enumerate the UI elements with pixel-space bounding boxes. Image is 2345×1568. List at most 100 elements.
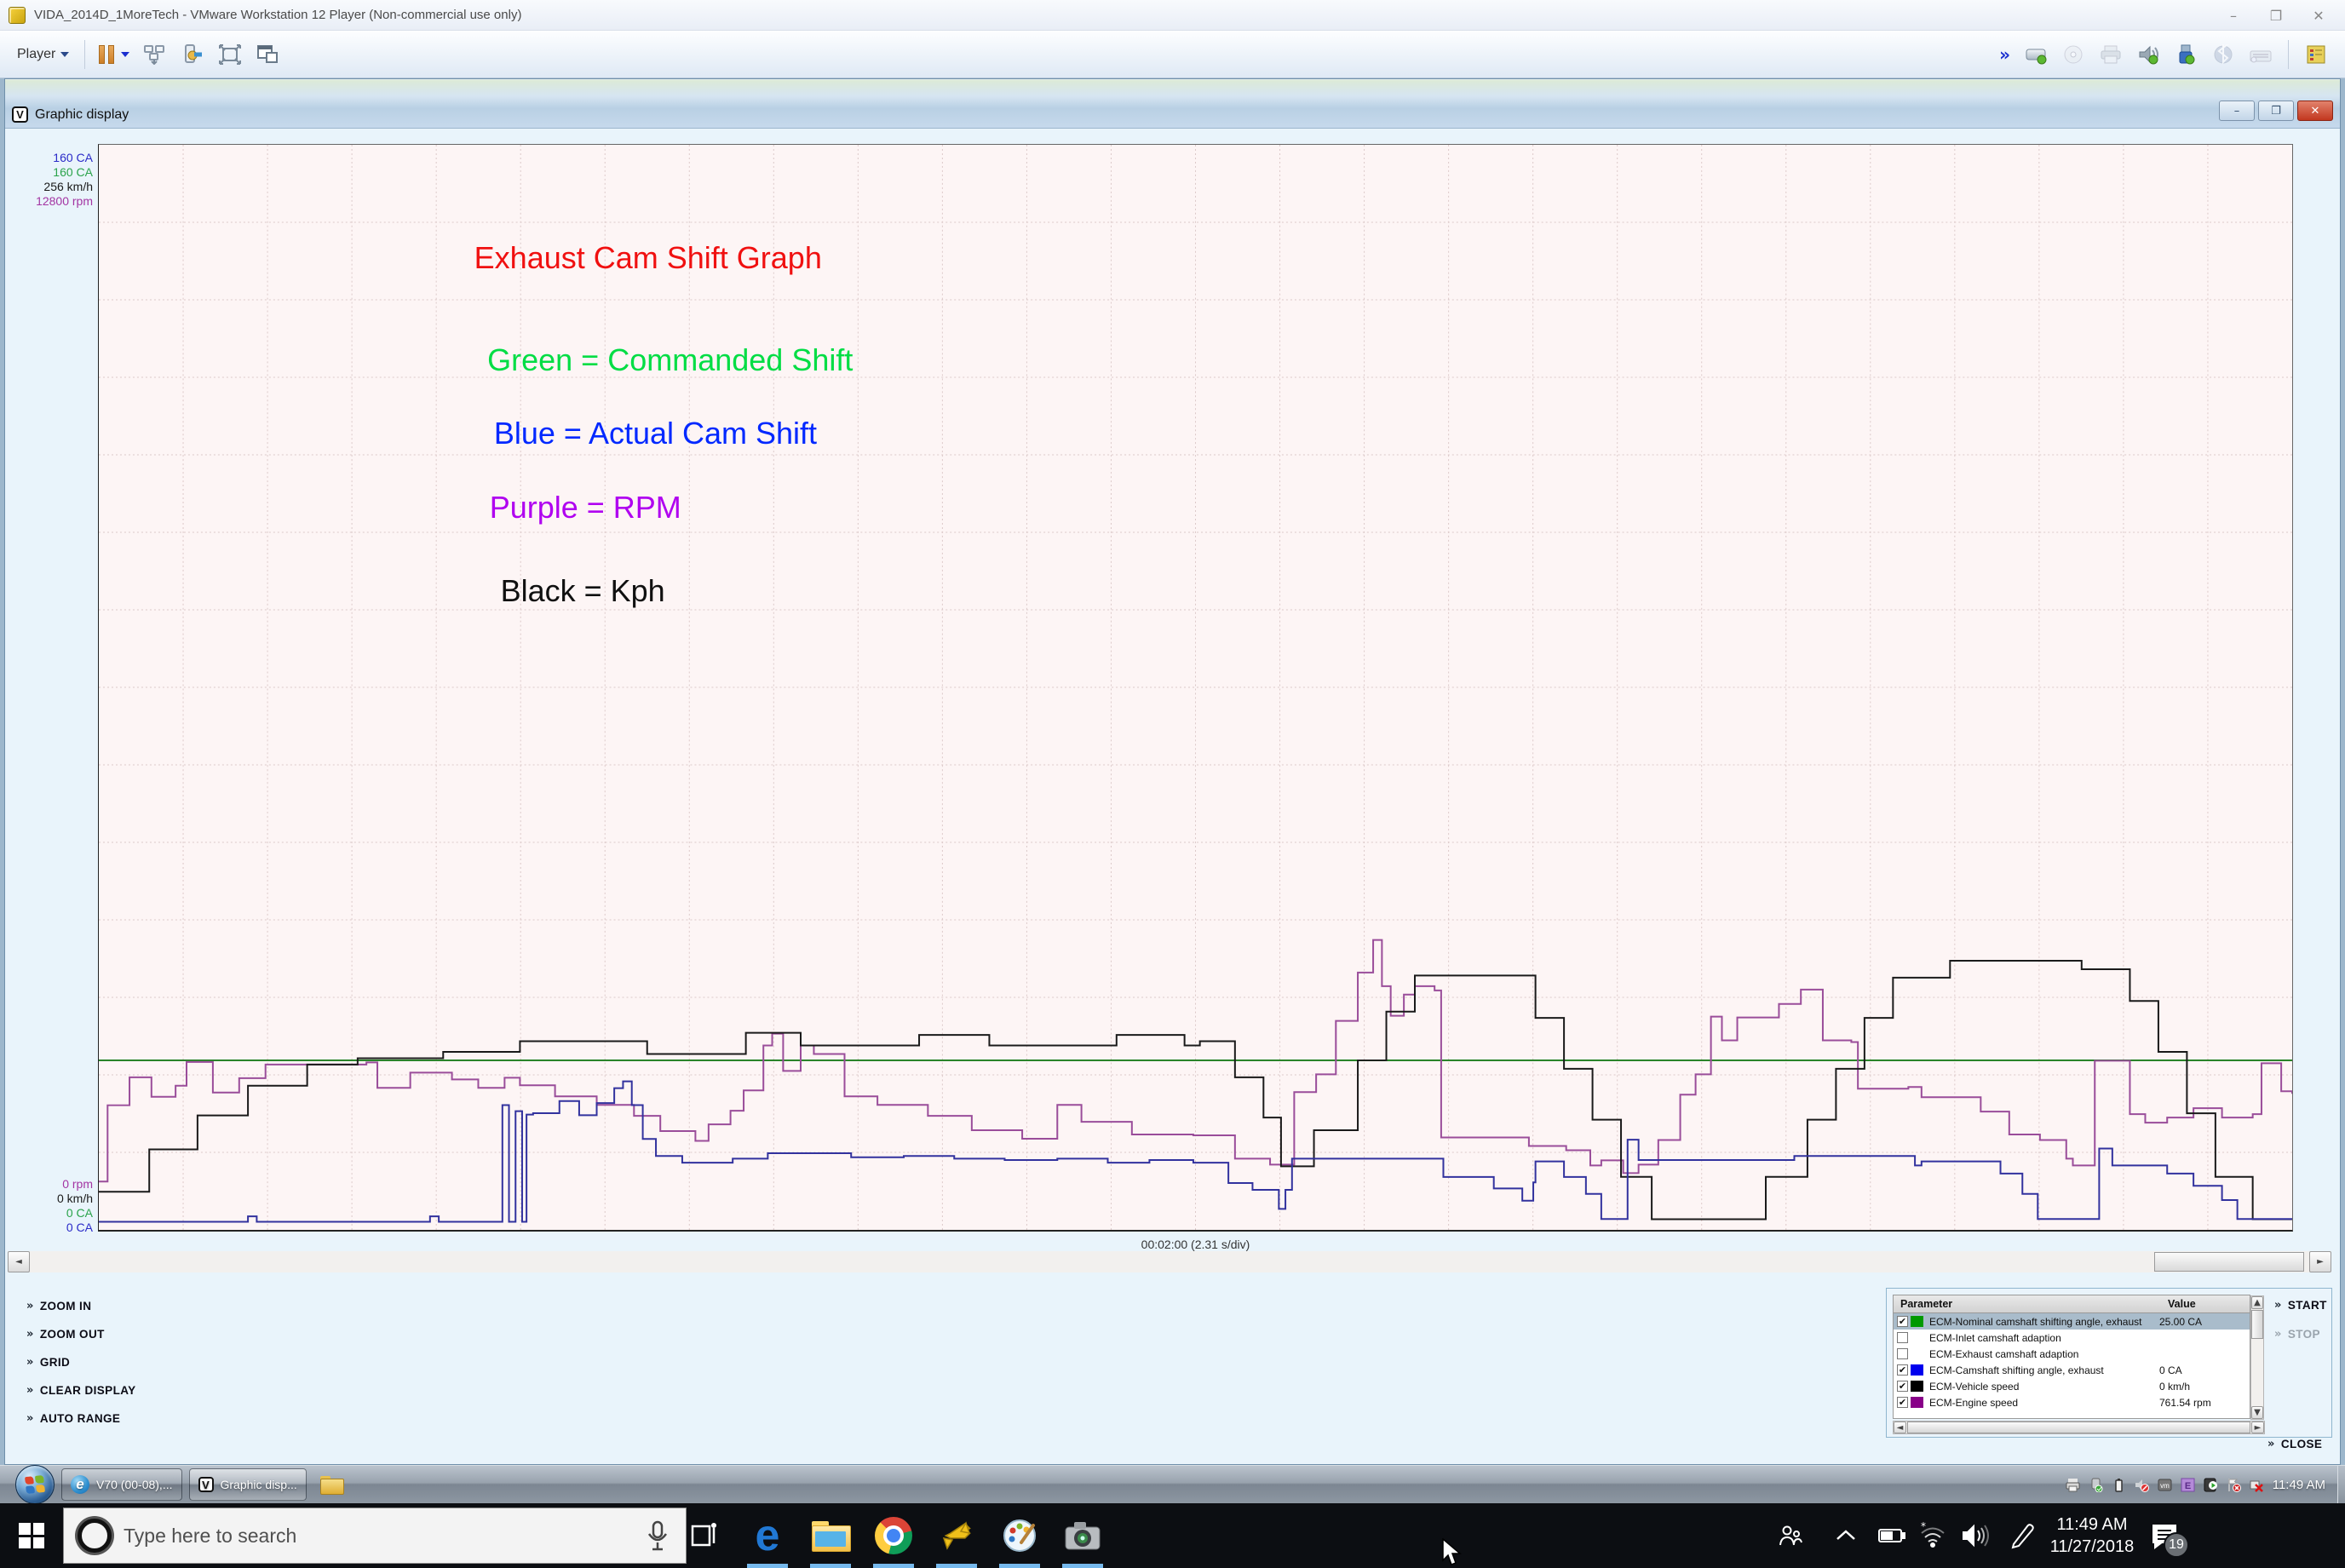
clear-display-button[interactable]: » CLEAR DISPLAY (26, 1376, 136, 1404)
chart-annotation: Green = Commanded Shift (487, 342, 854, 378)
grid-button[interactable]: » GRID (26, 1348, 136, 1376)
gd-restore-button[interactable]: ❐ (2258, 101, 2294, 121)
table-row[interactable]: ✔ ECM-Vehicle speed 0 km/h (1894, 1378, 2250, 1394)
sound-icon[interactable] (2134, 42, 2163, 67)
row-checkbox[interactable] (1897, 1332, 1908, 1343)
fullscreen-icon[interactable] (216, 42, 244, 67)
expand-toolbar-icon[interactable]: » (1999, 44, 2010, 65)
task-view-button[interactable] (673, 1503, 736, 1568)
value-column-header[interactable]: Value (2168, 1298, 2236, 1310)
row-checkbox[interactable]: ✔ (1897, 1364, 1908, 1376)
table-row[interactable]: ✔ ECM-Engine speed 761.54 rpm (1894, 1394, 2250, 1410)
people-icon[interactable] (1777, 1503, 1802, 1568)
table-vscroll-thumb[interactable] (2251, 1310, 2263, 1339)
hard-disk-icon[interactable] (2021, 42, 2050, 67)
vm-start-button[interactable] (15, 1465, 55, 1504)
host-clock[interactable]: 11:49 AM 11/27/2018 (2048, 1503, 2136, 1568)
paint-icon[interactable] (988, 1503, 1051, 1568)
vm-task-v70-00-08-[interactable]: e V70 (00-08),... (61, 1468, 182, 1501)
row-checkbox[interactable]: ✔ (1897, 1397, 1908, 1408)
keyboard-icon[interactable] (2246, 42, 2275, 67)
mute-icon[interactable] (2135, 1478, 2149, 1492)
maximize-button[interactable]: ❐ (2255, 0, 2297, 31)
action-center-icon[interactable]: 19 (2150, 1503, 2189, 1568)
flag-icon[interactable] (2227, 1478, 2241, 1492)
table-row[interactable]: ECM-Inlet camshaft adaption (1894, 1330, 2250, 1346)
zoom-in-button[interactable]: » ZOOM IN (26, 1292, 136, 1320)
vmware-icon[interactable] (925, 1503, 988, 1568)
ctrl-alt-del-icon[interactable] (141, 42, 170, 67)
battery-icon[interactable] (1877, 1503, 1906, 1568)
chart-horizontal-scrollbar[interactable]: ◄ ► (8, 1251, 2331, 1272)
vida-e-icon[interactable]: E (2181, 1478, 2195, 1492)
table-hscroll-thumb[interactable] (1907, 1422, 2250, 1433)
vmware-tools-icon[interactable]: vm (2158, 1478, 2172, 1492)
disconnect-icon[interactable] (2250, 1478, 2264, 1492)
vm-show-desktop-button[interactable] (2337, 1465, 2345, 1504)
arrow-icon: » (26, 1300, 34, 1312)
chrome-icon[interactable] (862, 1503, 925, 1568)
pen-icon[interactable] (2009, 1503, 2036, 1568)
table-scroll-right-button[interactable]: ► (2251, 1422, 2264, 1433)
suspend-button[interactable] (94, 44, 119, 64)
scroll-right-button[interactable]: ► (2309, 1251, 2331, 1272)
table-horizontal-scrollbar[interactable]: ◄ ► (1893, 1421, 2265, 1434)
bluetooth-icon[interactable] (2209, 42, 2238, 67)
table-row[interactable]: ✔ ECM-Nominal camshaft shifting angle, ex… (1894, 1313, 2250, 1330)
stop-arrow-icon: » (2274, 1328, 2282, 1341)
table-vertical-scrollbar[interactable]: ▲ ▼ (2250, 1295, 2264, 1420)
scrollbar-thumb[interactable] (2154, 1252, 2304, 1272)
start-arrow-icon: » (2274, 1299, 2282, 1312)
devices-icon[interactable] (178, 42, 207, 67)
suspend-menu-icon[interactable] (121, 51, 130, 57)
parameter-column-header[interactable]: Parameter (1894, 1298, 2168, 1310)
usb-icon[interactable] (2171, 42, 2200, 67)
start-button[interactable] (0, 1503, 63, 1568)
vm-clock[interactable]: 11:49 AM (2273, 1478, 2325, 1492)
vida-play-icon[interactable] (2204, 1478, 2218, 1492)
auto-range-button[interactable]: » AUTO RANGE (26, 1404, 136, 1433)
table-scroll-down-button[interactable]: ▼ (2251, 1406, 2263, 1419)
cd-icon[interactable] (2059, 42, 2088, 67)
y-axis-min-labels: 0 rpm 0 km/h 0 CA 0 CA (8, 1177, 93, 1235)
zoom-out-button[interactable]: » ZOOM OUT (26, 1320, 136, 1348)
close-button-gd[interactable]: » CLOSE (2267, 1438, 2322, 1450)
close-button[interactable]: ✕ (2297, 0, 2340, 31)
table-row[interactable]: ECM-Exhaust camshaft adaption (1894, 1346, 2250, 1362)
start-button[interactable]: » START (2274, 1299, 2327, 1312)
stop-button[interactable]: » STOP (2274, 1328, 2320, 1341)
volume-icon[interactable] (1961, 1503, 1992, 1568)
wifi-icon[interactable]: * (1918, 1503, 1947, 1568)
tools-note-icon[interactable] (2302, 42, 2331, 67)
chevron-up-icon[interactable] (1833, 1503, 1859, 1568)
file-explorer-icon[interactable] (799, 1503, 862, 1568)
vm-task-graphic-disp-[interactable]: V Graphic disp... (188, 1468, 307, 1501)
search-box[interactable]: Type here to search (63, 1508, 687, 1564)
vm-explorer-button[interactable] (319, 1476, 344, 1495)
gd-close-button[interactable]: ✕ (2297, 101, 2333, 121)
gd-minimize-button[interactable]: – (2219, 101, 2255, 121)
table-scroll-up-button[interactable]: ▲ (2251, 1296, 2263, 1309)
edge-icon[interactable]: e (736, 1503, 799, 1568)
player-menu[interactable]: Player (10, 43, 76, 66)
row-checkbox[interactable] (1897, 1348, 1908, 1359)
usb-icon[interactable] (2089, 1478, 2103, 1492)
printer-icon[interactable] (2096, 42, 2125, 67)
parameter-name: ECM-Vehicle speed (1929, 1380, 2020, 1393)
row-checkbox[interactable]: ✔ (1897, 1381, 1908, 1392)
table-scroll-left-button[interactable]: ◄ (1894, 1422, 1906, 1433)
minimize-button[interactable]: – (2212, 0, 2255, 31)
camera-icon[interactable] (1051, 1503, 1114, 1568)
vm-task-label: Graphic disp... (220, 1478, 297, 1491)
scroll-left-button[interactable]: ◄ (8, 1251, 30, 1272)
chart-plot-area[interactable]: Exhaust Cam Shift Graph Green = Commanded… (98, 144, 2293, 1232)
button-label: AUTO RANGE (39, 1412, 121, 1425)
unity-icon[interactable] (253, 42, 282, 67)
row-checkbox[interactable]: ✔ (1897, 1316, 1908, 1327)
clock-time: 11:49 AM (2056, 1515, 2128, 1534)
battery-icon[interactable] (2112, 1478, 2126, 1492)
printer-icon[interactable] (2066, 1478, 2080, 1492)
axis-label: 160 CA (53, 165, 93, 179)
table-row[interactable]: ✔ ECM-Camshaft shifting angle, exhaust 0 C… (1894, 1362, 2250, 1378)
microphone-icon[interactable] (647, 1520, 669, 1551)
